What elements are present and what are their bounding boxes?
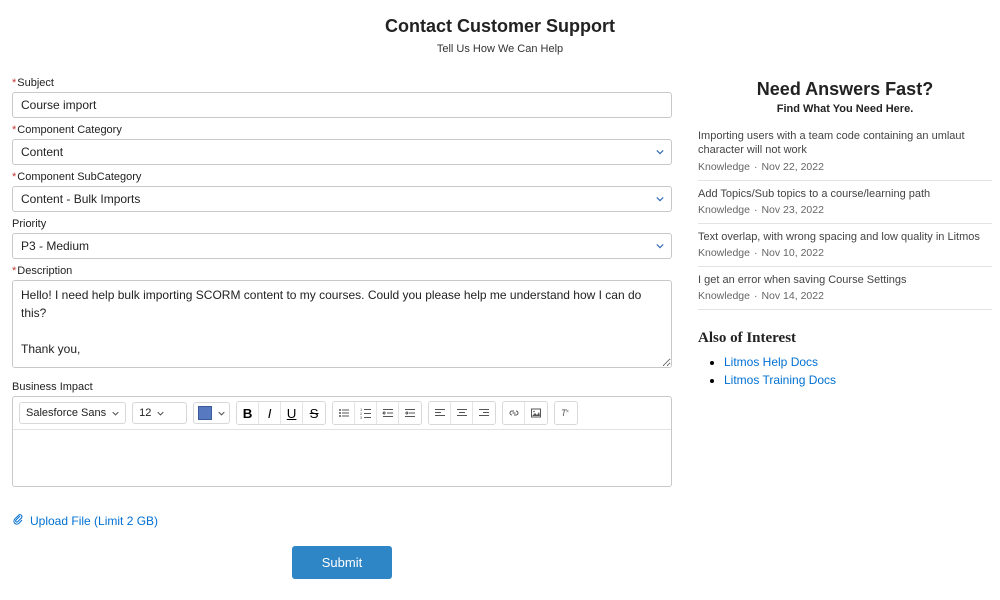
italic-button[interactable]: I [259, 402, 281, 424]
category-select[interactable]: Content [12, 139, 672, 165]
interest-link[interactable]: Litmos Training Docs [724, 373, 836, 387]
font-size-select[interactable]: 12 [132, 402, 187, 424]
font-family-select[interactable]: Salesforce Sans [19, 402, 126, 424]
interest-link[interactable]: Litmos Help Docs [724, 355, 818, 369]
upload-file-link[interactable]: Upload File (Limit 2 GB) [12, 513, 158, 528]
description-label: *Description [12, 265, 672, 277]
kb-item-meta: Knowledge·Nov 10, 2022 [698, 247, 992, 259]
attachment-icon [12, 513, 24, 528]
page-title: Contact Customer Support [0, 16, 1000, 37]
color-swatch-icon [198, 406, 212, 420]
kb-item-title: Text overlap, with wrong spacing and low… [698, 230, 992, 244]
interest-link-item: Litmos Training Docs [724, 371, 992, 389]
subcategory-select[interactable]: Content - Bulk Imports [12, 186, 672, 212]
underline-button[interactable]: U [281, 402, 303, 424]
priority-label: Priority [12, 218, 672, 230]
text-color-select[interactable] [193, 402, 230, 424]
number-list-button[interactable]: 123 [355, 402, 377, 424]
outdent-button[interactable] [377, 402, 399, 424]
submit-button[interactable]: Submit [292, 546, 392, 579]
align-right-button[interactable] [473, 402, 495, 424]
kb-item[interactable]: Text overlap, with wrong spacing and low… [698, 224, 992, 267]
kb-item[interactable]: Add Topics/Sub topics to a course/learni… [698, 181, 992, 224]
kb-item[interactable]: Importing users with a team code contain… [698, 129, 992, 181]
kb-item-meta: Knowledge·Nov 14, 2022 [698, 290, 992, 302]
bold-button[interactable]: B [237, 402, 259, 424]
impact-body[interactable] [13, 430, 671, 486]
kb-item[interactable]: I get an error when saving Course Settin… [698, 267, 992, 310]
category-label: *Component Category [12, 124, 672, 136]
sidebar-subtitle: Find What You Need Here. [698, 103, 992, 115]
kb-item-title: Add Topics/Sub topics to a course/learni… [698, 187, 992, 201]
align-center-button[interactable] [451, 402, 473, 424]
page-subtitle: Tell Us How We Can Help [0, 43, 1000, 55]
svg-text:3: 3 [360, 415, 363, 419]
priority-select[interactable]: P3 - Medium [12, 233, 672, 259]
interest-link-item: Litmos Help Docs [724, 353, 992, 371]
subject-label: *Subject [12, 77, 672, 89]
kb-item-title: Importing users with a team code contain… [698, 129, 992, 158]
clear-format-button[interactable]: T× [555, 402, 577, 424]
kb-item-title: I get an error when saving Course Settin… [698, 273, 992, 287]
bullet-list-button[interactable] [333, 402, 355, 424]
description-textarea[interactable]: Hello! I need help bulk importing SCORM … [12, 280, 672, 368]
impact-editor[interactable]: Salesforce Sans 12 B I U S 123 [12, 396, 672, 487]
subject-input[interactable] [12, 92, 672, 118]
svg-text:×: × [566, 409, 569, 415]
sidebar-title: Need Answers Fast? [698, 79, 992, 100]
interest-title: Also of Interest [698, 330, 992, 347]
strike-button[interactable]: S [303, 402, 325, 424]
subcategory-label: *Component SubCategory [12, 171, 672, 183]
impact-label: Business Impact [12, 381, 672, 393]
image-button[interactable] [525, 402, 547, 424]
kb-item-meta: Knowledge·Nov 22, 2022 [698, 161, 992, 173]
indent-button[interactable] [399, 402, 421, 424]
link-button[interactable] [503, 402, 525, 424]
align-left-button[interactable] [429, 402, 451, 424]
kb-item-meta: Knowledge·Nov 23, 2022 [698, 204, 992, 216]
